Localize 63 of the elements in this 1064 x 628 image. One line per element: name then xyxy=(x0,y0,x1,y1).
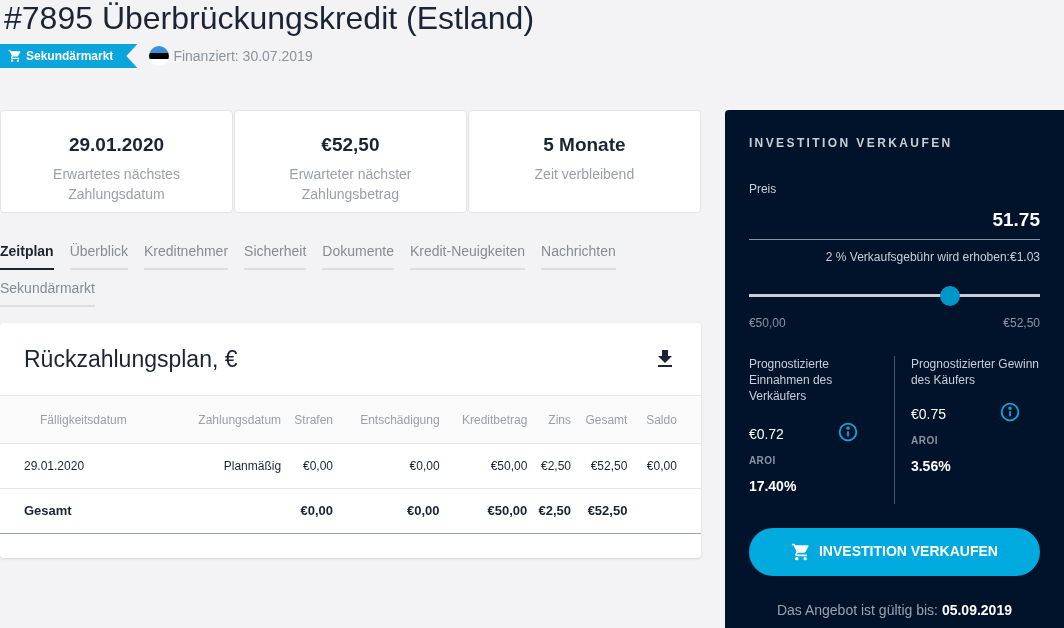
slider-thumb[interactable] xyxy=(939,285,960,306)
stat-label: Erwarteter nächster Zahlungsbetrag xyxy=(288,164,413,204)
total-cell: Gesamt xyxy=(24,503,72,519)
tab[interactable]: Kredit-Neuigkeiten xyxy=(409,241,526,270)
amount-text: €0.72 xyxy=(748,424,785,444)
amount-text: €0.75 xyxy=(910,404,947,424)
aroi-label: AROI xyxy=(748,453,777,468)
panel-title: INVESTITION VERKAUFEN xyxy=(748,135,954,152)
table-cell: €50,00 xyxy=(439,443,528,489)
price-field[interactable]: 51.75 xyxy=(748,206,1040,240)
aroi-value: 17.40% xyxy=(748,476,797,496)
cart-icon xyxy=(8,49,22,63)
fee-text: 2 % Verkaufsgebühr wird erhoben:€1.03 xyxy=(824,248,1040,266)
table-cell: €0,00 xyxy=(627,443,701,489)
total-cell: €0,00 xyxy=(407,503,440,519)
price-label: Preis xyxy=(748,181,778,198)
cart-icon xyxy=(791,541,811,562)
info-icon[interactable] xyxy=(1000,401,1020,422)
column-header: Fälligkeitsdatum xyxy=(0,395,171,444)
table-cell: €2,50 xyxy=(527,443,571,489)
metric-label: Prognostizierte Einnahmen des Verkäufers xyxy=(748,355,834,404)
tab[interactable]: Sicherheit xyxy=(244,241,307,270)
tab[interactable]: Dokumente xyxy=(322,241,394,270)
stat-label: Zeit verbleibend xyxy=(533,164,636,184)
column-header: Entschädigung xyxy=(333,395,440,444)
page-title: #7895 Überbrückungskredit (Estland) xyxy=(3,0,536,36)
tab[interactable]: Sekundärmarkt xyxy=(0,278,95,307)
table-cell: €52,50 xyxy=(571,443,628,489)
sell-button[interactable]: INVESTITION VERKAUFEN xyxy=(748,527,1040,576)
column-header: Kreditbetrag xyxy=(439,395,528,444)
total-cell: €50,00 xyxy=(487,503,528,519)
max-price: €52,50 xyxy=(1003,314,1040,332)
funded-date: Finanziert: 30.07.2019 xyxy=(173,46,313,66)
offer-validity: Das Angebot ist gültig bis: 05.09.2019 xyxy=(775,600,1013,620)
column-header: Zins xyxy=(527,395,571,444)
aroi-label: AROI xyxy=(910,433,939,448)
aroi-value: 3.56% xyxy=(910,456,951,476)
stat-label: Erwartetes nächstes Zahlungsdatum xyxy=(52,164,181,204)
tab[interactable]: Zeitplan xyxy=(0,241,54,270)
stat-value: €52,50 xyxy=(321,133,380,157)
schedule-title: Rückzahlungsplan, € xyxy=(24,344,238,374)
secondary-market-badge[interactable]: Sekundärmarkt xyxy=(0,44,138,68)
stat-value: 5 Monate xyxy=(543,133,626,157)
price-slider[interactable] xyxy=(748,285,1040,306)
column-header: Saldo xyxy=(627,395,701,444)
column-header: Zahlungsdatum xyxy=(170,395,282,444)
tab[interactable]: Nachrichten xyxy=(541,241,616,270)
metric-label: Prognostizierter Gewinn des Käufers xyxy=(910,355,1040,388)
flag-icon xyxy=(149,46,170,66)
info-icon[interactable] xyxy=(837,421,858,442)
column-header: Strafen xyxy=(281,395,333,444)
tab[interactable]: Überblick xyxy=(69,241,129,270)
tab[interactable]: Kreditnehmer xyxy=(144,241,229,270)
stat-value: 29.01.2020 xyxy=(68,133,164,157)
total-cell: €52,50 xyxy=(587,503,628,519)
total-cell: €2,50 xyxy=(538,503,571,519)
table-cell: 29.01.2020 xyxy=(0,443,171,489)
column-header: Gesamt xyxy=(571,395,628,444)
table-cell: €0,00 xyxy=(281,443,333,489)
min-price: €50,00 xyxy=(748,314,786,332)
table-cell: €0,00 xyxy=(333,443,440,489)
table-cell: Planmäßig xyxy=(170,443,282,489)
total-cell: €0,00 xyxy=(300,503,333,519)
